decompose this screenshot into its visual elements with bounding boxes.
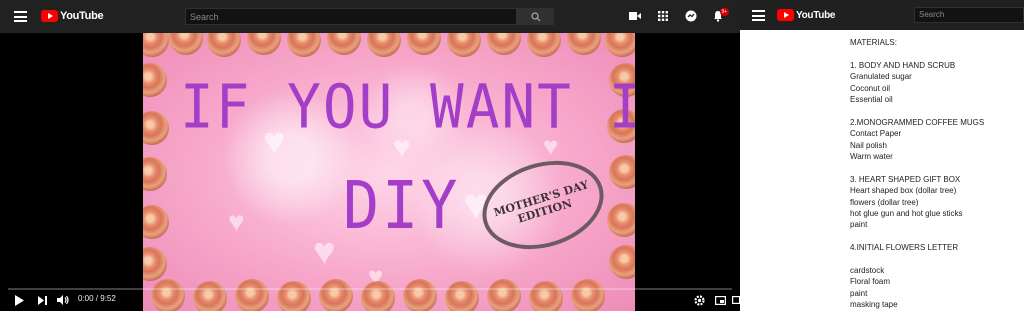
rose-decoration: [361, 281, 395, 311]
time-display: 0:00 / 9:52: [78, 294, 116, 303]
description-line: Coconut oil: [850, 83, 891, 93]
rose-decoration: [571, 279, 605, 311]
settings-icon[interactable]: [692, 293, 706, 307]
rose-decoration: [529, 281, 563, 311]
notification-badge: 9+: [720, 8, 729, 16]
rose-decoration: [609, 155, 635, 189]
progress-bar[interactable]: [8, 288, 732, 290]
rose-decoration: [327, 33, 361, 55]
volume-icon[interactable]: [56, 293, 70, 307]
rose-decoration: [143, 111, 169, 145]
logo-text: YouTube: [60, 10, 104, 22]
top-bar: YouTube Search 9+: [0, 0, 740, 33]
video-title-line-2: DIY: [343, 167, 461, 245]
description-line: paint: [850, 220, 868, 230]
rose-decoration: [609, 245, 635, 279]
description-line: paint: [850, 288, 868, 298]
description-line: [850, 162, 1020, 173]
description-line: Contact Paper: [850, 129, 902, 139]
description-line: 2.MONOGRAMMED COFFEE MUGS: [850, 117, 985, 127]
description-top-bar: YouTube Search: [740, 0, 1024, 30]
rose-decoration: [407, 33, 441, 55]
theater-icon[interactable]: [732, 293, 740, 307]
youtube-logo[interactable]: YouTube: [41, 10, 104, 22]
description-window: YouTube Search MATERIALS: 1. BODY AND HAN…: [740, 0, 1024, 311]
description-line: 1. BODY AND HAND SCRUB: [850, 60, 956, 70]
rose-decoration: [447, 33, 481, 57]
logo-text: YouTube: [796, 9, 836, 21]
heart-decoration-icon: ♥: [228, 206, 245, 237]
description-line: MATERIALS:: [850, 38, 897, 47]
video-title-line-1: IF YOU WANT IT: [180, 72, 635, 143]
play-icon[interactable]: [12, 293, 26, 307]
search-input[interactable]: Search: [914, 7, 1024, 23]
description-line: 3. HEART SHAPED GIFT BOX: [850, 174, 961, 184]
rose-decoration: [607, 203, 635, 237]
video-player-window: YouTube Search 9+ ♥ ♥ ♥ ♥ ♥ ♥ ♥ IF YOU W…: [0, 0, 740, 311]
description-line: hot glue gun and hot glue sticks: [850, 209, 963, 219]
messages-icon[interactable]: [684, 9, 698, 23]
description-line: Nail polish: [850, 140, 887, 150]
rose-decoration: [143, 63, 167, 97]
youtube-logo[interactable]: YouTube: [777, 9, 836, 21]
rose-decoration: [151, 279, 185, 311]
edition-stamp: MOTHER'S DAY EDITION: [471, 146, 615, 264]
video-frame[interactable]: ♥ ♥ ♥ ♥ ♥ ♥ ♥ IF YOU WANT IT DIY MOTHER'…: [143, 33, 635, 311]
description-line: masking tape: [850, 300, 898, 310]
rose-decoration: [445, 281, 479, 311]
rose-decoration: [247, 33, 281, 55]
search-icon: [530, 11, 540, 21]
description-line: Heart shaped box (dollar tree): [850, 186, 957, 196]
miniplayer-icon[interactable]: [713, 293, 727, 307]
description-line: Essential oil: [850, 95, 893, 105]
description-line: Granulated sugar: [850, 72, 912, 82]
heart-decoration-icon: ♥: [313, 231, 336, 273]
description-line: Floral foam: [850, 277, 891, 287]
rose-decoration: [143, 157, 167, 191]
rose-decoration: [319, 279, 353, 311]
rose-decoration: [487, 279, 521, 311]
apps-grid-icon[interactable]: [656, 9, 670, 23]
rose-decoration: [367, 33, 401, 57]
rose-decoration: [235, 279, 269, 311]
rose-decoration: [143, 205, 169, 239]
description-line: [850, 48, 1020, 59]
rose-decoration: [287, 33, 321, 57]
description-line: [850, 231, 1020, 242]
youtube-play-logo-icon: [777, 9, 794, 21]
description-line: [850, 254, 1020, 265]
description-line: cardstock: [850, 266, 885, 276]
next-icon[interactable]: [35, 293, 49, 307]
rose-decoration: [143, 247, 167, 281]
rose-decoration: [277, 281, 311, 311]
description-line: 4.INITIAL FLOWERS LETTER: [850, 243, 959, 253]
rose-decoration: [487, 33, 521, 55]
rose-decoration: [143, 33, 169, 57]
description-line: [850, 105, 1020, 116]
video-description: MATERIALS: 1. BODY AND HAND SCRUB Granulat…: [850, 37, 1020, 311]
search-input[interactable]: Search: [185, 8, 517, 25]
menu-icon[interactable]: [14, 11, 27, 22]
rose-decoration: [527, 33, 561, 57]
rose-decoration: [169, 33, 203, 55]
rose-decoration: [193, 281, 227, 311]
rose-decoration: [403, 279, 437, 311]
youtube-play-logo-icon: [41, 10, 58, 22]
rose-decoration: [207, 33, 241, 57]
search-button[interactable]: [517, 8, 554, 25]
rose-decoration: [605, 33, 635, 57]
rose-decoration: [567, 33, 601, 55]
create-video-icon[interactable]: [628, 9, 642, 23]
description-line: Warm water: [850, 152, 893, 162]
menu-icon[interactable]: [752, 10, 765, 21]
description-line: flowers (dollar tree): [850, 197, 919, 207]
